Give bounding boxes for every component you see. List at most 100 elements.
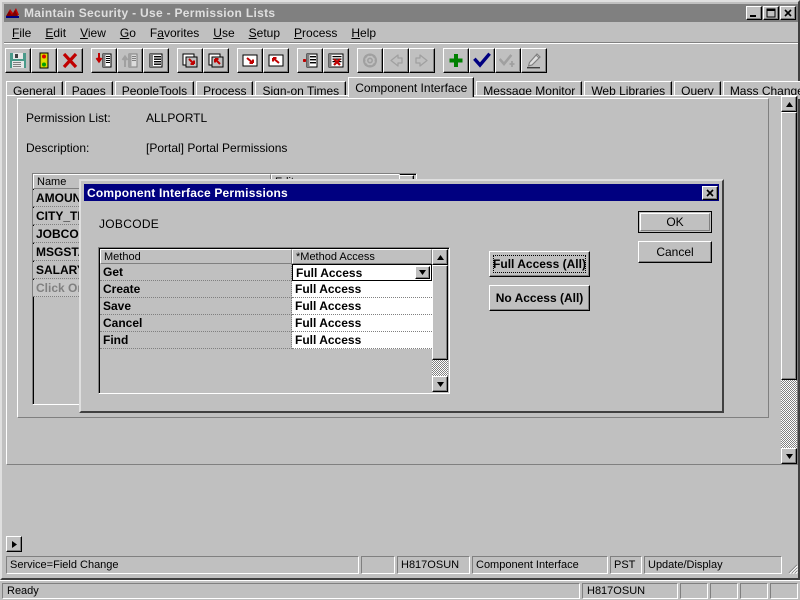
method-grid-header: Method *Method Access	[100, 249, 432, 264]
app-icon	[5, 6, 21, 20]
maximize-button[interactable]	[763, 6, 779, 20]
app-status-cell-1	[680, 583, 708, 599]
dialog-close-icon[interactable]	[702, 186, 718, 200]
tab-component-interface[interactable]: Component Interface	[348, 77, 474, 97]
insert-row-icon[interactable]	[297, 48, 323, 73]
scroll-up-arrow-icon[interactable]	[432, 249, 448, 265]
status-bar: Service=Field Change H817OSUN Component …	[6, 556, 798, 574]
method-access-value: Full Access	[295, 316, 361, 330]
method-name-cell: Get	[100, 264, 292, 281]
spell-check-icon[interactable]	[357, 48, 383, 73]
method-name-cell: Create	[100, 281, 292, 298]
menu-item-setup[interactable]: Setup	[242, 25, 287, 42]
status-blank-cell	[361, 556, 395, 574]
dialog-title: Component Interface Permissions	[84, 186, 288, 200]
window-controls	[745, 6, 798, 20]
method-access-column-header: *Method Access	[292, 249, 432, 264]
method-name-cell: Save	[100, 298, 292, 315]
update-check-icon[interactable]	[469, 48, 495, 73]
cancel-button[interactable]: Cancel	[638, 241, 712, 263]
status-server: H817OSUN	[397, 556, 470, 574]
method-access-dropdown[interactable]: Full Access	[292, 264, 432, 281]
method-grid-body: Method *Method Access Get Full Access Cr…	[100, 249, 432, 349]
scroll-up-arrow-icon[interactable]	[781, 96, 797, 112]
menu-item-help[interactable]: Help	[344, 25, 383, 42]
app-status-bar: Ready H817OSUN	[0, 580, 800, 600]
method-access-cell[interactable]: Full Access	[292, 281, 432, 298]
status-component: Component Interface	[472, 556, 608, 574]
list-icon[interactable]	[143, 48, 169, 73]
menu-item-file[interactable]: File	[5, 25, 38, 42]
traffic-light-icon[interactable]	[31, 48, 57, 73]
tab-label: Component Interface	[355, 81, 467, 95]
ok-button-inner: OK	[640, 213, 710, 231]
description-value: [Portal] Portal Permissions	[146, 141, 287, 155]
method-permissions-grid[interactable]: Method *Method Access Get Full Access Cr…	[98, 247, 450, 394]
delete-row-icon[interactable]	[323, 48, 349, 73]
method-row[interactable]: Find Full Access	[100, 332, 432, 349]
previous-panel-icon[interactable]	[203, 48, 229, 73]
method-access-value: Full Access	[295, 282, 361, 296]
method-row[interactable]: Save Full Access	[100, 298, 432, 315]
method-access-cell[interactable]: Full Access	[292, 298, 432, 315]
back-arrow-icon[interactable]	[383, 48, 409, 73]
scrollbar-track[interactable]	[781, 112, 797, 448]
next-row-icon[interactable]	[237, 48, 263, 73]
menu-item-favorites[interactable]: Favorites	[143, 25, 206, 42]
method-column-header: Method	[100, 249, 292, 264]
method-row[interactable]: Create Full Access	[100, 281, 432, 298]
app-status-server: H817OSUN	[582, 583, 678, 599]
window-title: Maintain Security - Use - Permission Lis…	[24, 6, 275, 20]
next-panel-icon[interactable]	[177, 48, 203, 73]
full-access-all-button[interactable]: Full Access (All)	[489, 251, 590, 277]
scrollbar-thumb[interactable]	[781, 112, 797, 380]
status-timezone: PST	[610, 556, 642, 574]
app-status-cell-2	[710, 583, 738, 599]
update-display-all-icon[interactable]	[521, 48, 547, 73]
correction-icon[interactable]	[495, 48, 521, 73]
app-status-cell-4	[770, 583, 798, 599]
no-access-all-button[interactable]: No Access (All)	[489, 285, 590, 311]
menu-item-edit[interactable]: Edit	[38, 25, 73, 42]
method-row[interactable]: Get Full Access	[100, 264, 432, 281]
forward-arrow-icon[interactable]	[409, 48, 435, 73]
scrollbar-track[interactable]	[432, 265, 448, 376]
add-plus-icon[interactable]	[443, 48, 469, 73]
method-grid-scrollbar[interactable]	[432, 249, 448, 392]
method-name-cell: Find	[100, 332, 292, 349]
menu-item-view[interactable]: View	[73, 25, 113, 42]
page-vertical-scrollbar[interactable]	[781, 96, 797, 464]
method-access-cell[interactable]: Full Access	[292, 315, 432, 332]
status-message: Service=Field Change	[6, 556, 359, 574]
previous-row-icon[interactable]	[263, 48, 289, 73]
dialog-title-bar[interactable]: Component Interface Permissions	[84, 184, 719, 201]
menu-item-use[interactable]: Use	[206, 25, 241, 42]
resize-grip-icon[interactable]	[784, 556, 798, 574]
menu-item-process[interactable]: Process	[287, 25, 344, 42]
toolbar	[5, 45, 795, 75]
previous-in-list-icon[interactable]	[117, 48, 143, 73]
title-bar[interactable]: Maintain Security - Use - Permission Lis…	[4, 4, 798, 22]
app-status-cell-3	[740, 583, 768, 599]
close-button[interactable]	[780, 6, 796, 20]
method-access-value: Full Access	[295, 333, 361, 347]
chevron-down-icon[interactable]	[415, 266, 430, 279]
full-access-all-label: Full Access (All)	[493, 257, 586, 271]
ok-label: OK	[666, 215, 683, 229]
method-row[interactable]: Cancel Full Access	[100, 315, 432, 332]
cancel-x-icon[interactable]	[57, 48, 83, 73]
save-icon[interactable]	[5, 48, 31, 73]
ok-button[interactable]: OK	[638, 211, 712, 233]
menu-item-go[interactable]: Go	[113, 25, 143, 42]
tab-strip: General Pages PeopleTools Process Sign-o…	[6, 76, 798, 97]
next-in-list-icon[interactable]	[91, 48, 117, 73]
scroll-down-arrow-icon[interactable]	[432, 376, 448, 392]
minimize-button[interactable]	[746, 6, 762, 20]
method-access-cell[interactable]: Full Access	[292, 332, 432, 349]
scrollbar-thumb[interactable]	[432, 265, 448, 360]
menu-separator	[4, 42, 798, 44]
component-interface-permissions-dialog: Component Interface Permissions JOBCODE …	[79, 179, 724, 413]
scroll-down-arrow-icon[interactable]	[781, 448, 797, 464]
method-access-value: Full Access	[296, 266, 362, 280]
scroll-right-arrow-icon[interactable]	[6, 536, 22, 552]
